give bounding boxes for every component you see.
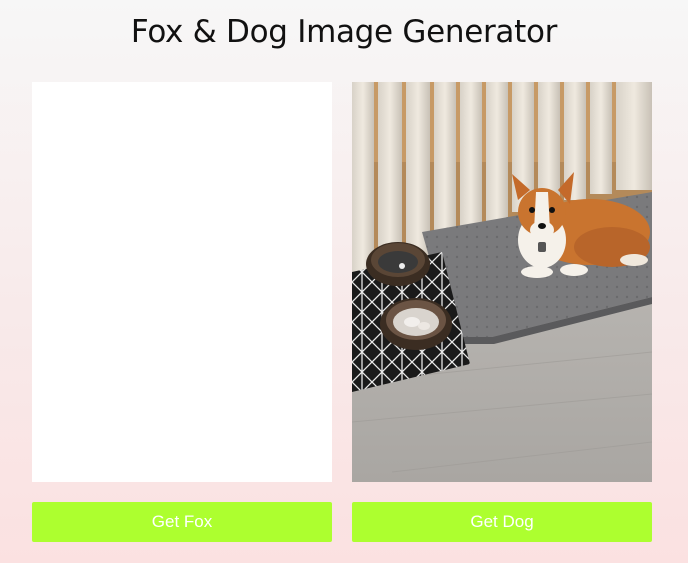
get-dog-button[interactable]: Get Dog — [352, 502, 652, 542]
dog-photo — [352, 82, 652, 482]
get-fox-button[interactable]: Get Fox — [32, 502, 332, 542]
fox-image-panel — [32, 82, 332, 482]
page-title: Fox & Dog Image Generator — [130, 14, 558, 50]
dog-image-panel — [352, 82, 652, 482]
